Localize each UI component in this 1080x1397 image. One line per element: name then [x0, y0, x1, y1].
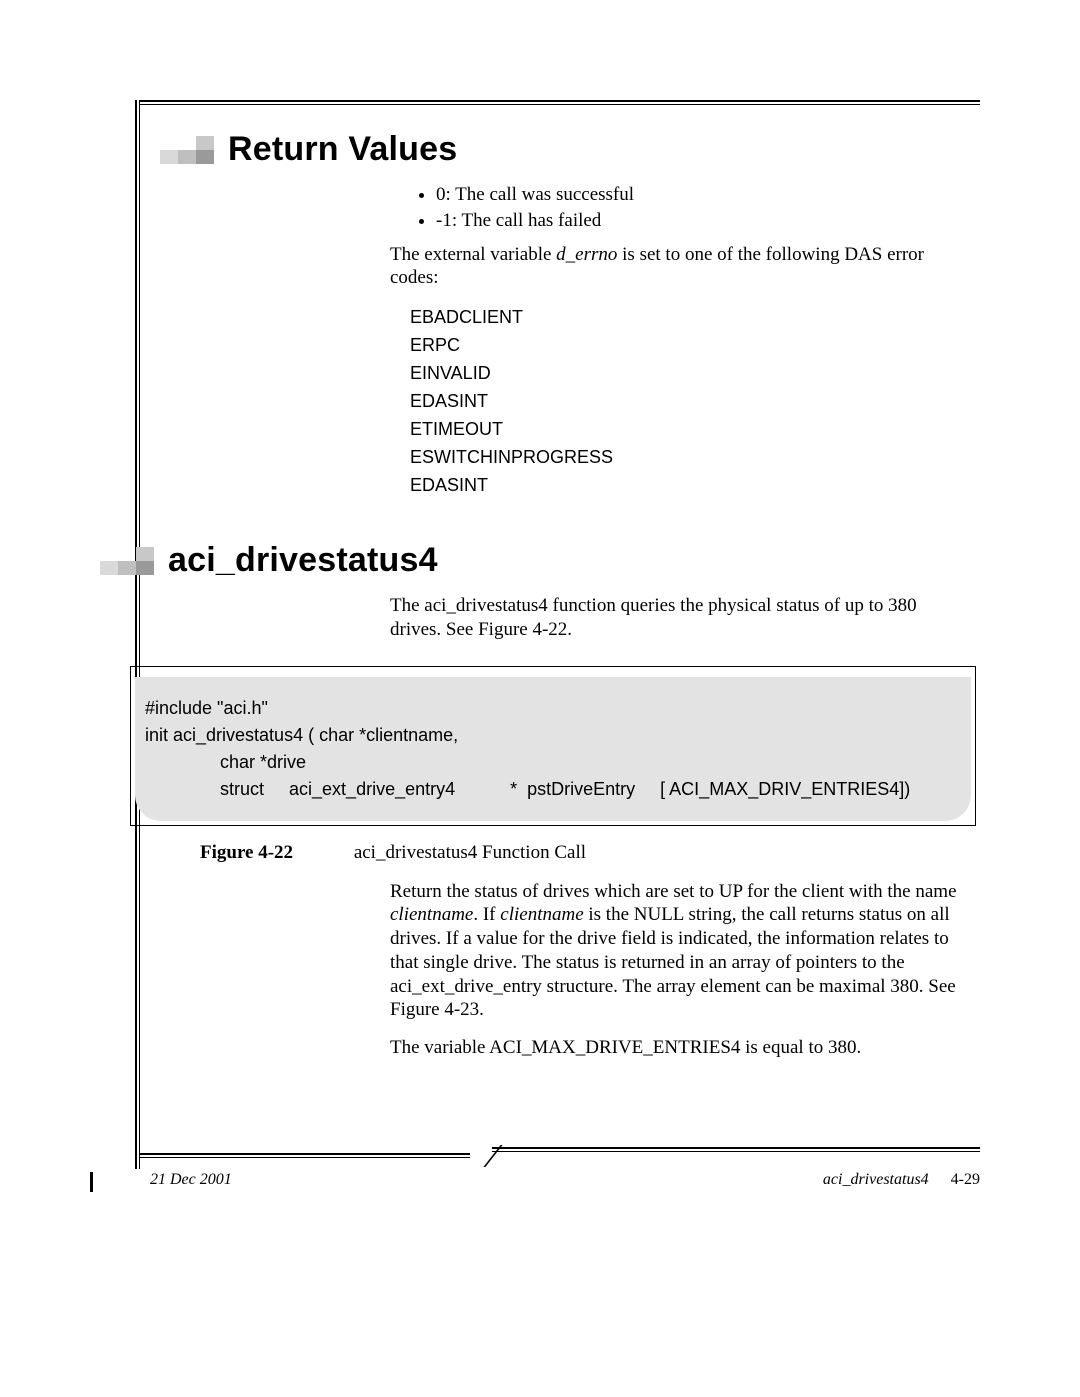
figure-caption: Figure 4-22 aci_drivestatus4 Function Ca… — [200, 842, 970, 864]
code-listing: #include "aci.h" init aci_drivestatus4 (… — [135, 677, 971, 821]
error-code: ESWITCHINPROGRESS — [410, 444, 970, 471]
code-figure-frame: #include "aci.h" init aci_drivestatus4 (… — [130, 666, 976, 826]
error-code: EBADCLIENT — [410, 304, 970, 331]
var-name: d_errno — [556, 244, 617, 265]
param-name: clientname — [390, 904, 473, 925]
figure-title: aci_drivestatus4 Function Call — [354, 842, 586, 863]
footer-rule — [140, 1147, 980, 1165]
errno-paragraph: The external variable d_errno is set to … — [390, 243, 970, 291]
text: Return the status of drives which are se… — [390, 881, 957, 902]
error-code: EDASINT — [410, 472, 970, 499]
list-item: -1: The call has failed — [436, 209, 970, 233]
param-name: clientname — [500, 904, 583, 925]
description-paragraph-2: The variable ACI_MAX_DRIVE_ENTRIES4 is e… — [390, 1036, 970, 1060]
footer-date: 21 Dec 2001 — [150, 1171, 232, 1189]
list-item: 0: The call was successful — [436, 183, 970, 207]
error-code-list: EBADCLIENT ERPC EINVALID EDASINT ETIMEOU… — [410, 304, 970, 499]
footer: 21 Dec 2001 aci_drivestatus4 4-29 — [150, 1171, 980, 1189]
return-values-list: 0: The call was successful -1: The call … — [390, 183, 970, 233]
error-code: ERPC — [410, 332, 970, 359]
description-paragraph: Return the status of drives which are se… — [390, 880, 970, 1023]
left-rule — [135, 100, 140, 1169]
error-code: ETIMEOUT — [410, 416, 970, 443]
figure-label: Figure 4-22 — [200, 842, 293, 863]
top-rule — [140, 100, 980, 106]
section-title: aci_drivestatus4 — [168, 541, 438, 580]
section-heading-aci-drivestatus4: aci_drivestatus4 — [100, 541, 970, 580]
footer-section-ref: aci_drivestatus4 — [823, 1171, 929, 1188]
error-code: EDASINT — [410, 388, 970, 415]
error-code: EINVALID — [410, 360, 970, 387]
text: The external variable — [390, 244, 556, 265]
section-title: Return Values — [228, 130, 457, 169]
revision-bar — [90, 1172, 93, 1192]
footer-page-number: 4-29 — [951, 1171, 980, 1188]
section-heading-return-values: Return Values — [160, 130, 970, 169]
intro-paragraph: The aci_drivestatus4 function queries th… — [390, 594, 970, 642]
text: . If — [473, 904, 500, 925]
heading-ornament-icon — [160, 136, 214, 164]
heading-ornament-icon — [100, 547, 154, 575]
